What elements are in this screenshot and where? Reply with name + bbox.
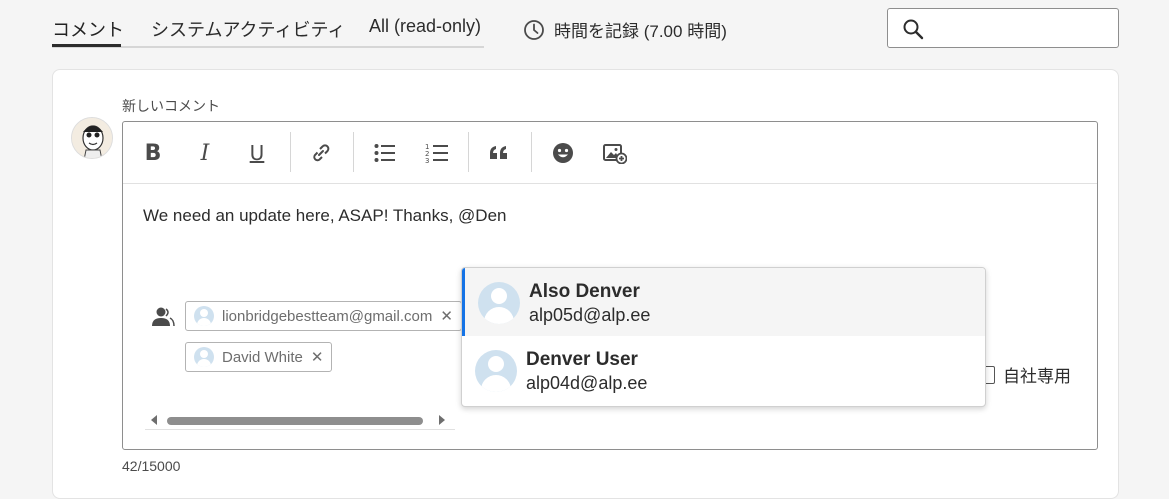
remove-recipient-button[interactable]: ✕ — [311, 348, 324, 366]
avatar — [71, 117, 113, 159]
link-icon[interactable] — [304, 138, 338, 168]
search-icon — [902, 18, 924, 45]
tab-all-read-only[interactable]: All (read-only) — [369, 16, 481, 37]
user-avatar-icon — [478, 282, 520, 324]
mention-name: Also Denver — [529, 281, 640, 302]
mention-name: Denver User — [526, 349, 638, 370]
scroll-left-icon[interactable] — [151, 415, 157, 425]
log-time-label: 時間を記録 (7.00 時間) — [554, 22, 727, 41]
log-time-button[interactable]: 時間を記録 (7.00 時間) — [523, 17, 727, 42]
character-counter: 42/15000 — [122, 458, 181, 474]
bulleted-list-icon[interactable] — [368, 138, 402, 168]
underline-button[interactable]: U — [240, 138, 274, 168]
scrollbar-thumb[interactable] — [167, 417, 423, 425]
scroll-right-icon[interactable] — [439, 415, 445, 425]
mention-email: alp04d@alp.ee — [526, 373, 648, 393]
recipient-label: David White — [222, 348, 303, 366]
svg-text:3: 3 — [425, 157, 429, 164]
tab-bar: コメント システムアクティビティ All (read-only) — [52, 8, 484, 48]
remove-recipient-button[interactable]: ✕ — [440, 307, 453, 325]
tab-system-activity[interactable]: システムアクティビティ — [151, 16, 345, 42]
new-comment-label: 新しいコメント — [122, 98, 220, 114]
search-input[interactable] — [887, 8, 1119, 48]
recipients-icon — [151, 306, 175, 333]
recipient-chip[interactable]: David White ✕ — [185, 342, 333, 372]
mention-dropdown: Also Denver alp05d@alp.ee Denver User al… — [461, 267, 986, 407]
clock-icon — [523, 19, 545, 41]
insert-image-icon[interactable] — [598, 138, 632, 168]
mention-option[interactable]: Also Denver alp05d@alp.ee — [462, 268, 985, 336]
comment-text[interactable]: We need an update here, ASAP! Thanks, @D… — [143, 206, 506, 226]
recipient-chip[interactable]: lionbridgebestteam@gmail.com ✕ — [185, 301, 462, 331]
bold-button[interactable]: B — [136, 138, 170, 168]
active-tab-indicator — [52, 44, 121, 47]
emoji-icon[interactable] — [546, 138, 580, 168]
numbered-list-icon[interactable]: 123 — [420, 138, 454, 168]
recipient-label: lionbridgebestteam@gmail.com — [222, 307, 433, 325]
user-avatar-icon — [194, 347, 214, 367]
italic-button[interactable]: I — [188, 138, 222, 168]
mention-email: alp05d@alp.ee — [529, 305, 651, 325]
horizontal-scrollbar[interactable] — [145, 410, 455, 430]
user-avatar-icon — [475, 350, 517, 392]
user-avatar-icon — [194, 306, 214, 326]
quote-icon[interactable] — [482, 138, 516, 168]
formatting-toolbar: B I U 123 — [123, 122, 1097, 184]
internal-only-toggle[interactable]: 自社専用 — [983, 362, 1071, 387]
tab-comments[interactable]: コメント — [52, 16, 124, 42]
internal-only-label: 自社専用 — [1003, 367, 1071, 386]
mention-option[interactable]: Denver User alp04d@alp.ee — [462, 336, 985, 404]
